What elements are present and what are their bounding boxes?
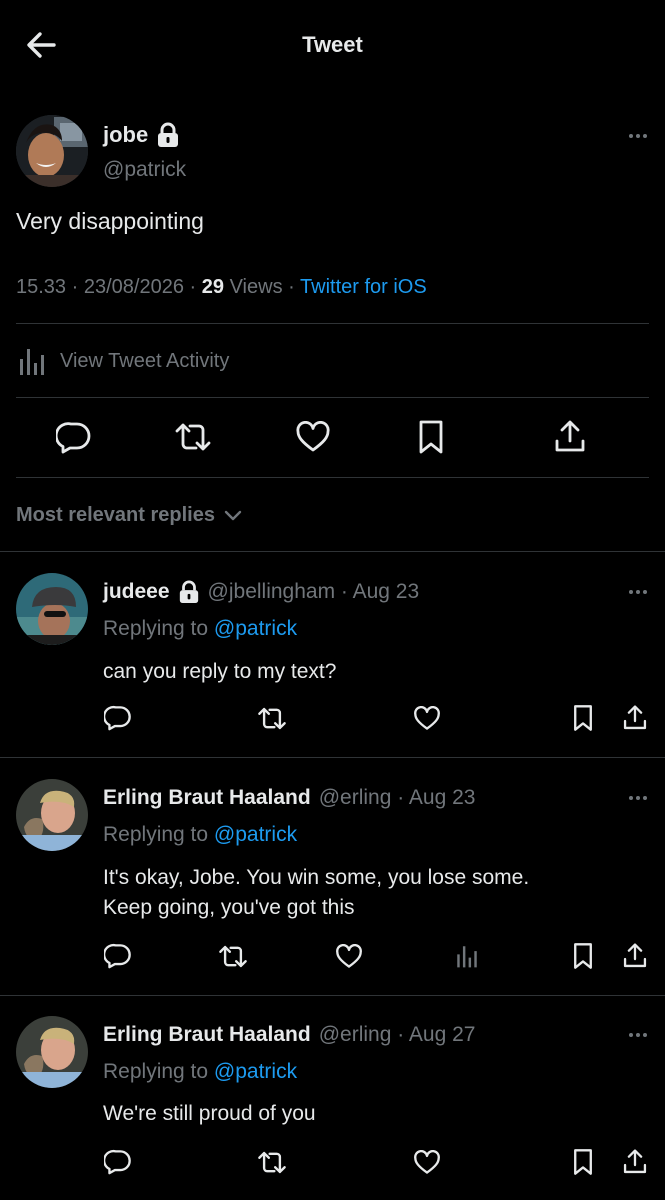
tweet-meta: 15.33 · 23/08/2026 · 29 Views · Twitter … xyxy=(16,276,427,298)
more-options-icon[interactable] xyxy=(629,590,647,594)
reply-text: It's okay, Jobe. You win some, you lose … xyxy=(103,866,530,919)
like-button[interactable] xyxy=(335,944,363,969)
replying-to-link[interactable]: @patrick xyxy=(214,617,297,640)
reply-button[interactable] xyxy=(56,420,92,454)
reply-author-handle: @jbellingham · Aug 23 xyxy=(207,580,420,603)
more-options-icon[interactable] xyxy=(629,1033,647,1037)
reply-button[interactable] xyxy=(104,1148,132,1175)
share-icon xyxy=(555,420,585,452)
avatar[interactable] xyxy=(16,1016,88,1088)
reply-author-name[interactable]: judeee xyxy=(103,580,170,604)
reply-icon xyxy=(104,1149,131,1175)
bookmark-icon xyxy=(574,943,592,969)
analytics-icon xyxy=(457,946,477,968)
heart-icon xyxy=(414,706,440,730)
tweet-time: 15.33 xyxy=(16,276,67,298)
heart-icon xyxy=(336,944,362,968)
reply-text: We're still proud of you xyxy=(103,1102,316,1125)
share-button[interactable] xyxy=(553,419,587,455)
page-title: Tweet xyxy=(302,32,363,57)
retweet-icon xyxy=(258,707,286,730)
avatar[interactable] xyxy=(16,779,88,851)
tweet-text: Very disappointing xyxy=(16,208,204,234)
reply-text: can you reply to my text? xyxy=(103,660,337,683)
divider xyxy=(0,995,665,996)
heart-icon xyxy=(296,421,330,452)
divider xyxy=(0,551,665,552)
client-link[interactable]: Twitter for iOS xyxy=(300,276,427,298)
reply-author-handle: @erling · Aug 27 xyxy=(318,1023,476,1046)
divider xyxy=(0,757,665,758)
chevron-down-icon xyxy=(224,510,242,520)
view-tweet-activity[interactable]: View Tweet Activity xyxy=(16,345,229,377)
retweet-button[interactable] xyxy=(257,1149,287,1176)
retweet-button[interactable] xyxy=(218,943,248,970)
share-icon xyxy=(623,943,647,968)
divider xyxy=(16,323,649,324)
divider xyxy=(16,397,649,398)
like-button[interactable] xyxy=(413,706,441,731)
avatar[interactable] xyxy=(16,573,88,645)
replying-to: Replying to @patrick xyxy=(103,823,298,846)
retweet-button[interactable] xyxy=(257,705,287,732)
retweet-icon xyxy=(219,945,247,968)
share-button[interactable] xyxy=(622,1148,648,1176)
retweet-button[interactable] xyxy=(174,420,212,454)
share-icon xyxy=(623,1149,647,1174)
reply-author-name[interactable]: Erling Braut Haaland xyxy=(103,786,311,810)
like-button[interactable] xyxy=(295,421,331,453)
divider xyxy=(16,477,649,478)
more-options-icon[interactable] xyxy=(629,796,647,800)
replying-to-link[interactable]: @patrick xyxy=(214,1060,297,1083)
bookmark-button[interactable] xyxy=(571,704,595,732)
bookmark-icon xyxy=(574,705,592,731)
views-count: 29 xyxy=(201,276,225,298)
reply-icon xyxy=(104,943,131,969)
more-options-icon[interactable] xyxy=(629,134,647,138)
share-button[interactable] xyxy=(622,704,648,732)
share-button[interactable] xyxy=(622,942,648,970)
retweet-icon xyxy=(258,1151,286,1174)
bookmark-button[interactable] xyxy=(571,1148,595,1176)
retweet-icon xyxy=(175,423,211,451)
bookmark-icon xyxy=(419,420,443,454)
views-label: Views xyxy=(229,276,283,298)
lock-icon xyxy=(179,580,198,603)
analytics-icon xyxy=(20,349,44,375)
heart-icon xyxy=(414,1150,440,1174)
reply-button[interactable] xyxy=(104,942,132,969)
replying-to: Replying to @patrick xyxy=(103,617,298,640)
replies-sort-dropdown[interactable]: Most relevant replies xyxy=(16,504,243,527)
like-button[interactable] xyxy=(413,1150,441,1175)
replying-to-link[interactable]: @patrick xyxy=(214,823,297,846)
view-tweet-activity-label: View Tweet Activity xyxy=(60,349,230,372)
author-name[interactable]: jobe xyxy=(103,122,148,148)
avatar[interactable] xyxy=(16,115,88,187)
reply-author-name[interactable]: Erling Braut Haaland xyxy=(103,1023,311,1047)
analytics-button[interactable] xyxy=(454,942,480,970)
tweet-date: 23/08/2026 xyxy=(83,276,184,298)
replying-to: Replying to @patrick xyxy=(103,1060,298,1083)
replies-sort-label: Most relevant replies xyxy=(16,504,215,526)
reply-icon xyxy=(56,422,91,454)
author-name-row: jobe xyxy=(103,122,180,148)
reply-icon xyxy=(104,705,131,731)
bookmark-button[interactable] xyxy=(416,419,446,455)
lock-icon xyxy=(158,122,179,147)
share-icon xyxy=(623,705,647,730)
reply-author-handle: @erling · Aug 23 xyxy=(318,786,476,809)
bookmark-button[interactable] xyxy=(571,942,595,970)
reply-button[interactable] xyxy=(104,704,132,731)
author-handle[interactable]: @patrick xyxy=(103,158,186,182)
bookmark-icon xyxy=(574,1149,592,1175)
